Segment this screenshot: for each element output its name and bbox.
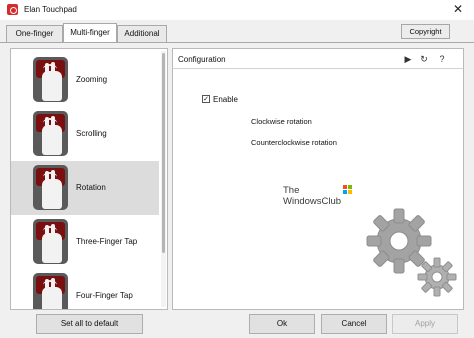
gesture-label: Zooming bbox=[76, 75, 108, 84]
scroll-gesture-icon bbox=[33, 111, 68, 156]
tab-additional[interactable]: Additional bbox=[117, 25, 167, 42]
copyright-button[interactable]: Copyright bbox=[401, 24, 450, 39]
tab-one-finger[interactable]: One-finger bbox=[6, 25, 63, 42]
gesture-item-rotation[interactable]: Rotation bbox=[11, 161, 159, 215]
tab-multi-finger[interactable]: Multi-finger bbox=[63, 23, 117, 43]
gesture-label: Four-Finger Tap bbox=[76, 291, 133, 300]
zoom-gesture-icon bbox=[33, 57, 68, 102]
windowsclub-logo-icon bbox=[343, 185, 353, 195]
gesture-item-four-finger-tap[interactable]: Four-Finger Tap bbox=[11, 269, 159, 309]
watermark: The WindowsClub bbox=[283, 185, 341, 207]
gesture-item-three-finger-tap[interactable]: Three-Finger Tap bbox=[11, 215, 159, 269]
apply-button[interactable]: Apply bbox=[392, 314, 458, 334]
gesture-label: Scrolling bbox=[76, 129, 107, 138]
elan-app-icon bbox=[7, 4, 18, 15]
configuration-title: Configuration bbox=[178, 55, 226, 64]
tab-bar: One-finger Multi-finger Additional Copyr… bbox=[0, 20, 474, 43]
refresh-icon[interactable]: ↻ bbox=[418, 53, 430, 65]
close-window-button[interactable]: ✕ bbox=[446, 2, 470, 17]
cancel-button[interactable]: Cancel bbox=[321, 314, 387, 334]
four-finger-tap-icon bbox=[33, 273, 68, 309]
enable-label: Enable bbox=[213, 95, 238, 104]
gesture-item-scrolling[interactable]: Scrolling bbox=[11, 107, 159, 161]
gesture-list-scrollbar[interactable] bbox=[161, 51, 166, 307]
gesture-label: Three-Finger Tap bbox=[76, 237, 138, 246]
watermark-line-1: The bbox=[283, 185, 300, 196]
small-gear-icon bbox=[417, 257, 457, 297]
configuration-panel: Configuration ▶ ↻ ? ✓ Enable Clockwise r… bbox=[172, 48, 464, 310]
gesture-item-zooming[interactable]: Zooming bbox=[11, 53, 159, 107]
play-icon[interactable]: ▶ bbox=[402, 53, 414, 65]
window-title: Elan Touchpad bbox=[24, 5, 77, 14]
title-bar: Elan Touchpad ✕ bbox=[0, 0, 474, 20]
set-all-default-button[interactable]: Set all to default bbox=[36, 314, 143, 334]
gesture-label: Rotation bbox=[76, 183, 106, 192]
help-icon[interactable]: ? bbox=[436, 53, 448, 65]
option-clockwise-rotation[interactable]: Clockwise rotation bbox=[251, 117, 312, 126]
rotation-gesture-icon bbox=[33, 165, 68, 210]
watermark-line-2: WindowsClub bbox=[283, 196, 342, 207]
scrollbar-thumb[interactable] bbox=[162, 53, 165, 253]
three-finger-tap-icon bbox=[33, 219, 68, 264]
configuration-header: Configuration ▶ ↻ ? bbox=[173, 49, 463, 69]
main-content: Zooming Scrolling Rotation Three-Finger … bbox=[0, 42, 474, 338]
ok-button[interactable]: Ok bbox=[249, 314, 315, 334]
enable-checkbox[interactable]: ✓ bbox=[202, 95, 210, 103]
gesture-list: Zooming Scrolling Rotation Three-Finger … bbox=[10, 48, 168, 310]
option-counterclockwise-rotation[interactable]: Counterclockwise rotation bbox=[251, 138, 337, 147]
